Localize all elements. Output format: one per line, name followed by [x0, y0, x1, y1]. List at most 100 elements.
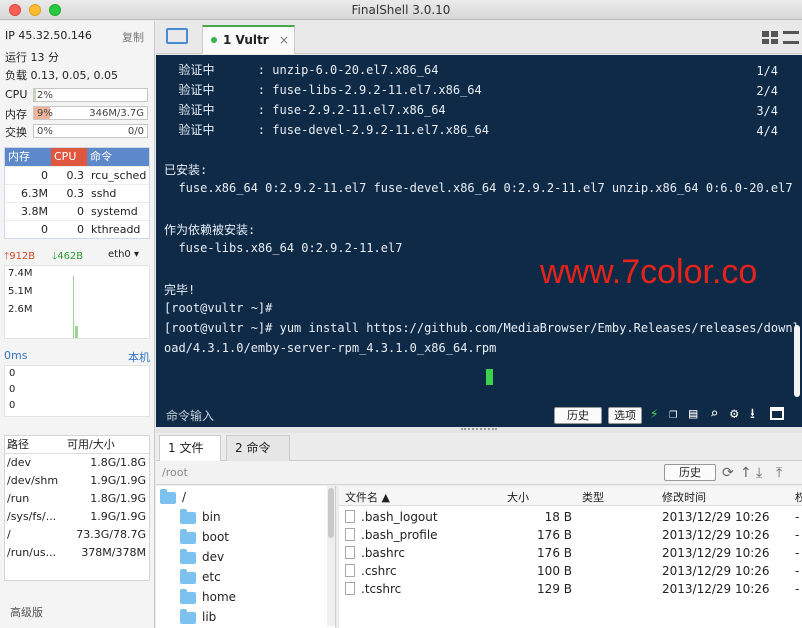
disk-size: 73.3G/78.7G	[76, 528, 146, 541]
file-row[interactable]: .bash_profile 176 B 2013/12/29 10:26 -	[339, 526, 802, 544]
refresh-icon[interactable]: ⟳	[722, 465, 734, 481]
tab-vultr[interactable]: 1 Vultr ×	[202, 25, 295, 54]
close-tab-icon[interactable]: ×	[279, 33, 289, 47]
download-file-icon[interactable]: ⤓	[756, 465, 762, 481]
process-col-mem[interactable]: 内存	[5, 148, 51, 166]
file-row[interactable]: .cshrc 100 B 2013/12/29 10:26 -	[339, 562, 802, 580]
tree-item[interactable]: home	[180, 588, 236, 606]
terminal-history-button[interactable]: 历史	[554, 407, 602, 424]
col-modified[interactable]: 修改时间	[662, 489, 706, 505]
verify-counter: 4/4	[756, 124, 778, 138]
tree-item[interactable]: boot	[180, 528, 229, 546]
path-bar: /root 历史 ⟳ ↑ ⤓ ⤒	[156, 461, 802, 485]
copy-icon[interactable]: ❐	[669, 407, 677, 421]
tree-scrollbar[interactable]	[327, 486, 335, 626]
net-graph-spike	[73, 276, 74, 338]
col-size[interactable]: 大小	[507, 489, 529, 505]
folder-icon	[180, 528, 196, 544]
disk-row[interactable]: /run 1.8G/1.9G	[5, 490, 149, 508]
folder-open-icon[interactable]	[166, 28, 188, 44]
tab-commands[interactable]: 2 命令	[226, 435, 290, 461]
terminal-line: fuse.x86_64 0:2.9.2-11.el7 fuse-devel.x8…	[164, 181, 793, 195]
tab-label: 1 Vultr	[223, 33, 269, 47]
process-row[interactable]: 3.8M 0 systemd	[5, 202, 149, 220]
paste-icon[interactable]: ▤	[689, 407, 697, 421]
menu-icon[interactable]	[783, 31, 799, 44]
latency-host[interactable]: 本机	[128, 349, 150, 365]
zoom-window-button[interactable]	[49, 4, 61, 16]
path-history-button[interactable]: 历史	[664, 464, 716, 481]
latency-graph: 0 0 0	[4, 365, 150, 417]
disk-row[interactable]: /run/us... 378M/378M	[5, 544, 149, 562]
disk-path: /run	[7, 492, 30, 505]
disk-row[interactable]: /sys/fs/... 1.9G/1.9G	[5, 508, 149, 526]
file-name: .bashrc	[361, 546, 405, 560]
file-row[interactable]: .bashrc 176 B 2013/12/29 10:26 -	[339, 544, 802, 562]
uptime: 运行 13 分	[5, 51, 59, 64]
disk-col-size[interactable]: 可用/大小	[61, 436, 149, 453]
gear-icon[interactable]: ⚙	[730, 407, 738, 421]
file-name: .bash_profile	[361, 528, 438, 542]
file-icon	[345, 564, 355, 577]
close-window-button[interactable]	[9, 4, 21, 16]
file-row[interactable]: .bash_logout 18 B 2013/12/29 10:26 -	[339, 508, 802, 526]
terminal-scrollbar[interactable]	[794, 325, 800, 397]
file-name: .bash_logout	[361, 510, 438, 524]
tree-item[interactable]: lib	[180, 608, 216, 626]
directory-tree: /binbootdevetchomeliblib64	[156, 486, 336, 628]
up-arrow-icon[interactable]: ↑	[740, 465, 752, 481]
file-modified: 2013/12/29 10:26	[662, 564, 770, 578]
copy-ip-button[interactable]: 复制	[122, 29, 144, 45]
file-row[interactable]: .tcshrc 129 B 2013/12/29 10:26 -	[339, 580, 802, 598]
net-tick-2: 5.1M	[8, 286, 33, 297]
disk-path: /dev	[7, 456, 31, 469]
interface-select[interactable]: eth0 ▾	[108, 249, 139, 260]
process-col-cpu[interactable]: CPU	[51, 148, 87, 166]
disk-col-path[interactable]: 路径	[5, 436, 61, 453]
disk-row[interactable]: /dev 1.8G/1.8G	[5, 454, 149, 472]
terminal-line: 完毕!	[164, 283, 196, 297]
tree-item[interactable]: dev	[180, 548, 224, 566]
minimize-window-button[interactable]	[29, 4, 41, 16]
file-icon	[345, 546, 355, 559]
tab-files[interactable]: 1 文件	[159, 435, 221, 461]
process-col-cmd[interactable]: 命令	[87, 148, 149, 166]
terminal[interactable]: 验证中 : unzip-6.0-20.el7.x86_64 验证中 : fuse…	[156, 55, 802, 427]
tree-item[interactable]: bin	[180, 508, 221, 526]
search-icon[interactable]: ⌕	[710, 407, 718, 421]
process-row[interactable]: 0 0 kthreadd	[5, 220, 149, 238]
disk-row[interactable]: /dev/shm 1.9G/1.9G	[5, 472, 149, 490]
process-row[interactable]: 0 0.3 rcu_sched	[5, 166, 149, 184]
command-input[interactable]: 命令输入	[166, 407, 214, 424]
path-input[interactable]: /root	[160, 464, 660, 481]
disk-size: 378M/378M	[81, 546, 146, 559]
advanced-edition-link[interactable]: 高级版	[10, 604, 43, 620]
disk-table: 路径 可用/大小 /dev 1.8G/1.8G/dev/shm 1.9G/1.9G /…	[4, 435, 150, 581]
process-row[interactable]: 6.3M 0.3 sshd	[5, 184, 149, 202]
download-icon[interactable]: ⭳	[750, 407, 755, 421]
tree-item-label: dev	[202, 550, 225, 564]
verify-counter: 2/4	[756, 84, 778, 98]
maximize-icon[interactable]	[770, 407, 784, 420]
upload-file-icon[interactable]: ⤒	[776, 465, 782, 481]
col-type[interactable]: 类型	[582, 489, 604, 505]
disk-row[interactable]: / 73.3G/78.7G	[5, 526, 149, 544]
title-bar: FinalShell 3.0.10	[0, 0, 802, 20]
file-modified: 2013/12/29 10:26	[662, 528, 770, 542]
terminal-options-button[interactable]: 选项	[608, 407, 642, 424]
tree-item-label: lib	[202, 610, 217, 624]
terminal-cursor	[486, 369, 493, 385]
lightning-icon[interactable]: ⚡	[650, 407, 658, 421]
file-size: 100 B	[537, 564, 572, 578]
col-permission[interactable]: 权	[795, 489, 802, 505]
file-permission: -	[795, 528, 800, 542]
tree-root[interactable]: /	[160, 488, 186, 506]
tree-item-label: /	[182, 490, 187, 504]
tree-item[interactable]: etc	[180, 568, 221, 586]
file-size: 18 B	[544, 510, 572, 524]
col-filename[interactable]: 文件名 ▲	[345, 489, 390, 505]
grid-view-icon[interactable]	[762, 31, 778, 44]
file-modified: 2013/12/29 10:26	[662, 546, 770, 560]
verify-counter: 1/4	[756, 64, 778, 78]
tree-item-label: etc	[202, 570, 221, 584]
